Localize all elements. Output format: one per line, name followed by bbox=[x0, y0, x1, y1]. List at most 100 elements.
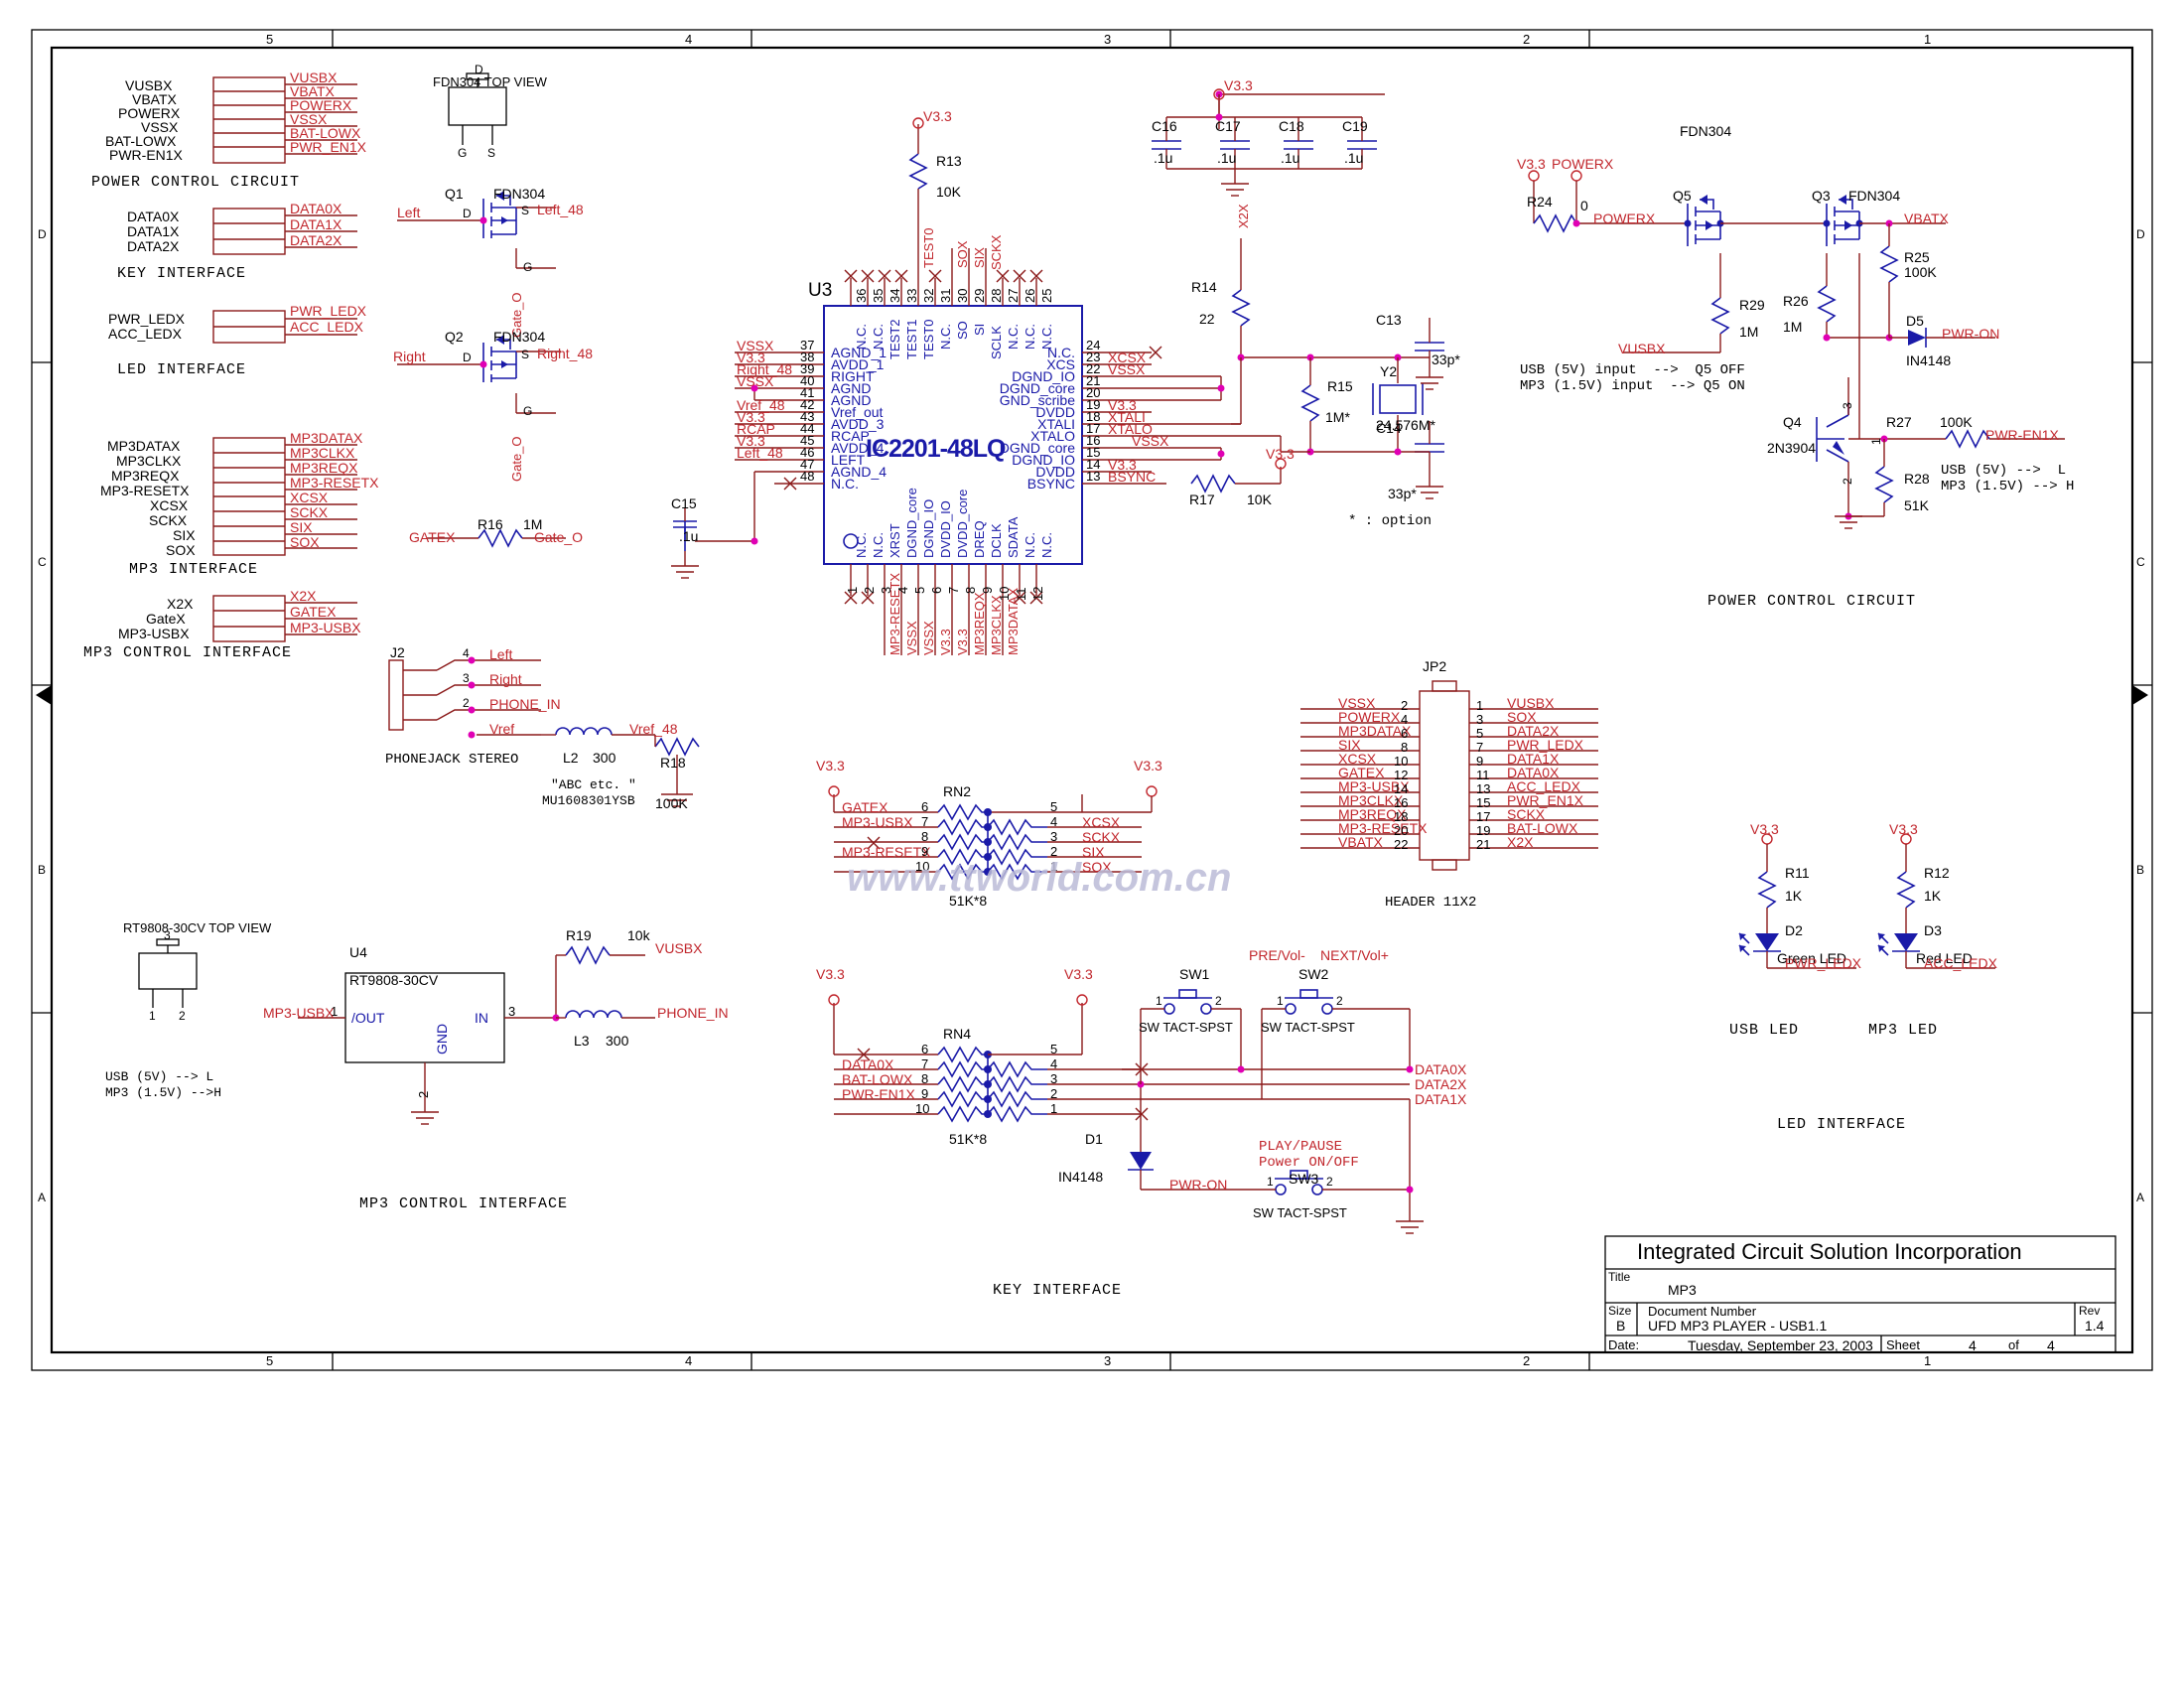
jp2-net-label: VUSBX bbox=[1507, 695, 1555, 711]
u3-pin-name: N.C. bbox=[854, 532, 869, 558]
port-net-label: DATA0X bbox=[290, 201, 342, 216]
r15-ref: R15 bbox=[1327, 378, 1353, 394]
jp2-ref: JP2 bbox=[1423, 658, 1447, 674]
u3-pin-name: N.C. bbox=[1039, 324, 1054, 350]
q1-part: FDN304 bbox=[493, 186, 546, 202]
jp2-pin-num: 2 bbox=[1401, 698, 1409, 713]
phonejack-caption: PHONEJACK STEREO bbox=[385, 752, 519, 768]
u3-pin-name: DVDD_IO bbox=[938, 500, 953, 558]
u3-net-label: VSSX bbox=[737, 373, 774, 389]
rn4-pin-num: 8 bbox=[921, 1071, 929, 1086]
jp2-pin-num: 14 bbox=[1394, 781, 1409, 796]
jp2-net-label: SOX bbox=[1507, 709, 1537, 725]
rn2-pin-num: 8 bbox=[921, 829, 929, 844]
u3-pin-name: N.C. bbox=[871, 532, 886, 558]
rn2-pin-num: 6 bbox=[921, 799, 929, 814]
r29-ref: R29 bbox=[1739, 297, 1765, 313]
c16-ref: C16 bbox=[1152, 118, 1177, 134]
u3-pin-name: TEST0 bbox=[921, 319, 936, 359]
port-pin-label: DATA2X bbox=[127, 238, 180, 254]
q1-ref: Q1 bbox=[445, 186, 464, 202]
u3-pin-num: 30 bbox=[955, 288, 970, 303]
r14-value: 22 bbox=[1199, 311, 1215, 327]
rt9808-note-2: MP3 (1.5V) -->H bbox=[105, 1085, 222, 1100]
sw3-part: SW TACT-SPST bbox=[1253, 1205, 1347, 1220]
r13-rail: V3.3 bbox=[923, 108, 952, 124]
r28-value: 51K bbox=[1904, 497, 1929, 513]
r14-net: X2X bbox=[1236, 204, 1251, 228]
q2-part: FDN304 bbox=[493, 329, 546, 345]
r24-ref: R24 bbox=[1527, 194, 1553, 210]
frame-col-3: 3 bbox=[1104, 32, 1112, 47]
c17-value: .1u bbox=[1217, 150, 1237, 166]
u3-net-label: VSSX bbox=[904, 621, 919, 655]
q4-pin-2: 2 bbox=[1841, 478, 1854, 485]
title-label: Title bbox=[1608, 1270, 1631, 1284]
jp2-pin-num: 19 bbox=[1476, 823, 1491, 838]
q2-s-pin: S bbox=[521, 348, 530, 361]
r29-value: 1M bbox=[1739, 324, 1759, 340]
u3-pin-name: TEST1 bbox=[904, 319, 919, 359]
rn4-left-label: BAT-LOWX bbox=[842, 1071, 913, 1087]
block-caption: MP3 INTERFACE bbox=[129, 561, 259, 578]
u3-pin-num: 6 bbox=[929, 586, 944, 594]
u3-pin-name: XRST bbox=[887, 523, 902, 558]
r25-ref: R25 bbox=[1904, 249, 1930, 265]
u3-net-label: VSSX bbox=[1132, 433, 1169, 449]
block-caption: LED INTERFACE bbox=[117, 361, 247, 378]
block-caption: KEY INTERFACE bbox=[117, 265, 247, 282]
r27-value: 100K bbox=[1940, 414, 1973, 430]
u4-pin-in-num: 3 bbox=[508, 1004, 516, 1019]
q5-part: FDN304 bbox=[1680, 123, 1732, 139]
jp2-pin-num: 11 bbox=[1476, 768, 1490, 782]
led-rail-mp3: V3.3 bbox=[1889, 821, 1918, 837]
sheet-of-label: of bbox=[2008, 1337, 2019, 1352]
q1-d-pin: D bbox=[463, 207, 472, 220]
jp2-pin-num: 15 bbox=[1476, 795, 1491, 810]
y2-ref: Y2 bbox=[1380, 363, 1398, 379]
usb-led-caption: USB LED bbox=[1729, 1022, 1800, 1039]
c14-ref: C14 bbox=[1376, 420, 1402, 436]
port-pin-label: SCKX bbox=[149, 512, 188, 528]
c18-value: .1u bbox=[1281, 150, 1300, 166]
mp3-control-bottom-caption: MP3 CONTROL INTERFACE bbox=[359, 1195, 569, 1212]
led-acc-ledx-net: ACC_LEDX bbox=[1924, 955, 1997, 971]
port-net-label: POWERX bbox=[290, 97, 352, 113]
jp2-net-label: SIX bbox=[1338, 737, 1361, 753]
rn2-rail-right: V3.3 bbox=[1134, 758, 1162, 773]
frame-col-3-b: 3 bbox=[1104, 1353, 1112, 1368]
j2-net-vref: Vref bbox=[489, 721, 515, 737]
r11-ref: R11 bbox=[1785, 865, 1810, 881]
port-net-label: X2X bbox=[290, 588, 317, 604]
q4-ref: Q4 bbox=[1783, 414, 1802, 430]
u3-pin-num: 5 bbox=[912, 586, 927, 594]
jp2-pin-num: 20 bbox=[1394, 823, 1409, 838]
jp2-net-label: XCSX bbox=[1338, 751, 1377, 767]
r17-ref: R17 bbox=[1189, 492, 1215, 507]
port-pin-label: DATA1X bbox=[127, 223, 180, 239]
u3-net-label: MP3CLKX bbox=[989, 595, 1004, 655]
u4-part: RT9808-30CV bbox=[349, 972, 439, 988]
company-name: Integrated Circuit Solution Incorporatio… bbox=[1637, 1239, 2022, 1264]
port-net-label: VSSX bbox=[290, 111, 328, 127]
pc-powerx-net: POWERX bbox=[1593, 211, 1656, 226]
c13-ref: C13 bbox=[1376, 312, 1402, 328]
sw2-pin-2: 2 bbox=[1336, 994, 1343, 1008]
u4-pin-out: /OUT bbox=[351, 1010, 385, 1026]
d3-ref: D3 bbox=[1924, 922, 1942, 938]
port-net-label: SCKX bbox=[290, 504, 329, 520]
sw1-pin-1: 1 bbox=[1156, 994, 1162, 1008]
q1-g-pin: G bbox=[523, 260, 533, 274]
rn4-out-label-2: DATA1X bbox=[1415, 1091, 1467, 1107]
rn4-out-label-1: DATA2X bbox=[1415, 1076, 1467, 1092]
u3-net-label: Left_48 bbox=[737, 445, 783, 461]
jp2-net-label: PWR_LEDX bbox=[1507, 737, 1584, 753]
port-pin-label: BAT-LOWX bbox=[105, 133, 177, 149]
q4-part: 2N3904 bbox=[1767, 440, 1817, 456]
port-net-label: PWR_EN1X bbox=[290, 139, 367, 155]
port-net-label: MP3CLKX bbox=[290, 445, 355, 461]
port-net-label: GATEX bbox=[290, 604, 337, 620]
frame-row-a-r: A bbox=[2136, 1191, 2145, 1204]
c13-value: 33p* bbox=[1432, 351, 1460, 367]
fdn304-pin-s: S bbox=[487, 146, 496, 160]
